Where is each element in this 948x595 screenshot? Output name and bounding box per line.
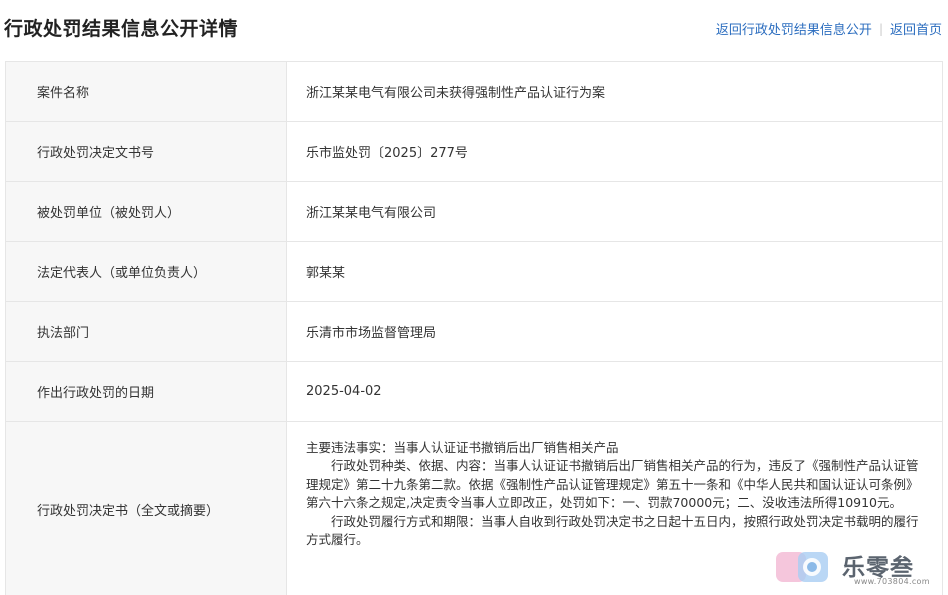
header-links: 返回行政处罚结果信息公开 | 返回首页 — [716, 19, 942, 39]
table-row: 执法部门 乐清市市场监督管理局 — [5, 301, 943, 362]
enforcement-department-value: 乐清市市场监督管理局 — [286, 301, 943, 362]
back-to-list-link[interactable]: 返回行政处罚结果信息公开 — [716, 19, 872, 38]
decision-date-value: 2025-04-02 — [286, 361, 943, 422]
performance-terms-paragraph: 行政处罚履行方式和期限：当事人自收到行政处罚决定书之日起十五日内，按照行政处罚决… — [306, 513, 919, 548]
penalized-party-label: 被处罚单位（被处罚人） — [5, 181, 287, 242]
decision-document-label: 行政处罚决定书（全文或摘要） — [5, 421, 287, 595]
table-row: 案件名称 浙江某某电气有限公司未获得强制性产品认证行为案 — [5, 61, 943, 122]
penalized-party-value: 浙江某某电气有限公司 — [286, 181, 943, 242]
document-number-label: 行政处罚决定文书号 — [5, 121, 287, 182]
document-number-value: 乐市监处罚〔2025〕277号 — [286, 121, 943, 182]
enforcement-department-label: 执法部门 — [5, 301, 287, 362]
table-row: 行政处罚决定文书号 乐市监处罚〔2025〕277号 — [5, 121, 943, 182]
site-watermark: 乐零叁 www.703804.com — [776, 546, 948, 595]
watermark-url: www.703804.com — [854, 577, 930, 586]
legal-representative-value: 郭某某 — [286, 241, 943, 302]
table-row: 法定代表人（或单位负责人） 郭某某 — [5, 241, 943, 302]
penalty-basis-paragraph: 行政处罚种类、依据、内容：当事人认证证书撤销后出厂销售相关产品的行为，违反了《强… — [306, 458, 919, 511]
watermark-logo-icon — [776, 552, 828, 582]
legal-representative-label: 法定代表人（或单位负责人） — [5, 241, 287, 302]
link-separator: | — [878, 21, 883, 36]
violation-facts-paragraph: 主要违法事实：当事人认证证书撤销后出厂销售相关产品 — [306, 440, 619, 455]
table-row: 被处罚单位（被处罚人） 浙江某某电气有限公司 — [5, 181, 943, 242]
decision-date-label: 作出行政处罚的日期 — [5, 361, 287, 422]
case-name-label: 案件名称 — [5, 61, 287, 122]
page-title: 行政处罚结果信息公开详情 — [4, 18, 239, 40]
back-to-home-link[interactable]: 返回首页 — [890, 19, 942, 38]
penalty-details-table: 案件名称 浙江某某电气有限公司未获得强制性产品认证行为案 行政处罚决定文书号 乐… — [5, 61, 943, 595]
case-name-value: 浙江某某电气有限公司未获得强制性产品认证行为案 — [286, 61, 943, 122]
page-header: 行政处罚结果信息公开详情 返回行政处罚结果信息公开 | 返回首页 — [0, 0, 948, 58]
table-row: 作出行政处罚的日期 2025-04-02 — [5, 361, 943, 422]
